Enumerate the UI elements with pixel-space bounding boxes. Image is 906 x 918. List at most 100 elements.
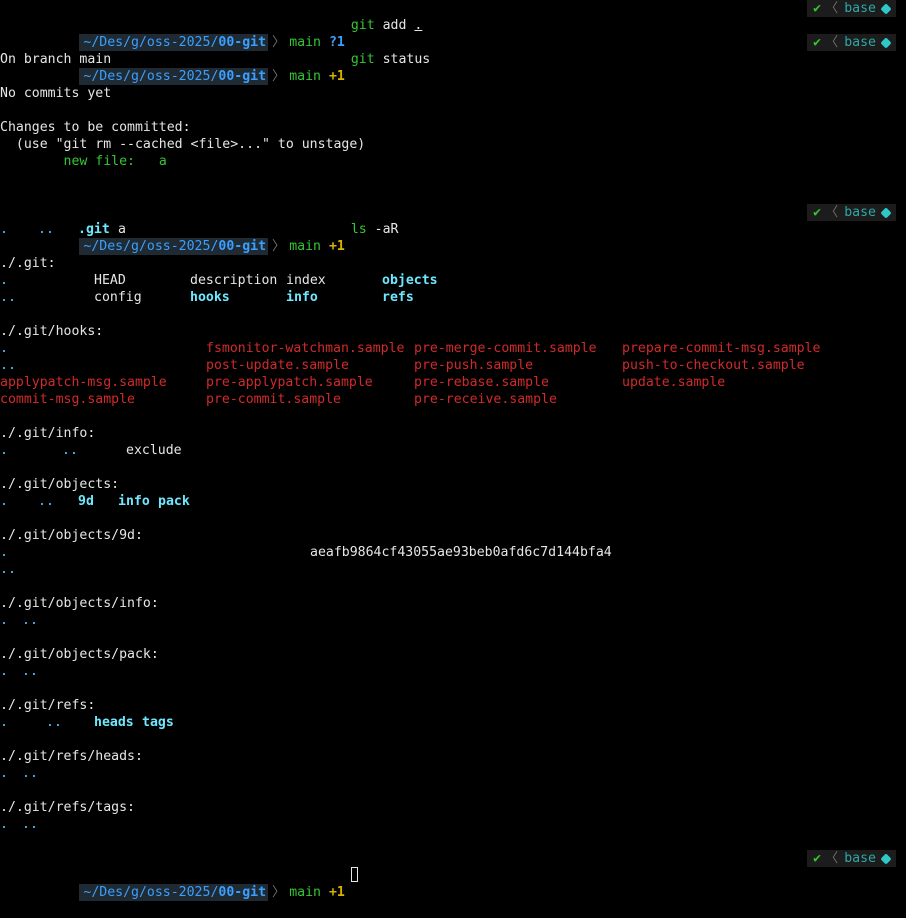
ls-row: . .. heads tags — [0, 714, 906, 731]
ls-entry: update.sample — [622, 375, 726, 390]
ls-row: . .. — [0, 765, 906, 782]
env-name: base — [844, 1, 876, 16]
ls-entry: heads — [94, 715, 134, 730]
ls-entry: .. — [38, 494, 54, 509]
ls-entry: applypatch-msg.sample — [0, 375, 167, 390]
chevron-left-icon: 〈 — [825, 1, 839, 16]
branch-name: main — [289, 239, 321, 254]
ls-entry: pre-push.sample — [414, 358, 534, 373]
command-arg: add — [382, 18, 407, 33]
ls-entry: HEAD — [94, 273, 126, 288]
ls-entry: . — [0, 766, 8, 781]
chevron-left-icon: 〈 — [825, 35, 839, 50]
ls-row: .. config hooks info refs — [0, 289, 906, 306]
conda-icon — [880, 852, 892, 865]
prompt: ~/Des/g/oss-2025/00-git 〉 main ?1 — [32, 17, 345, 51]
output-line: (use "git rm --cached <file>..." to unst… — [0, 137, 366, 152]
ls-entry: commit-msg.sample — [0, 392, 135, 407]
output-line: Changes to be committed: — [0, 120, 191, 135]
ls-header: ./.git/objects: — [0, 477, 120, 492]
ls-header: ./.git/objects/9d: — [0, 528, 143, 543]
ls-row: . .. 9d info pack — [0, 493, 906, 510]
path-dir: 00-git — [218, 69, 267, 84]
new-file-label: new file: — [63, 154, 135, 169]
ls-entry: . — [0, 273, 8, 288]
conda-icon — [880, 206, 892, 219]
terminal-window[interactable]: ~/Des/g/oss-2025/00-git 〉 main ?1 git add … — [0, 0, 906, 901]
check-icon: ✔ — [813, 205, 822, 220]
ls-entry: aeafb9864cf43055ae93beb0afd6c7d144bfa4 — [310, 545, 612, 560]
ls-row: . .. — [0, 816, 906, 833]
ls-row: commit-msg.sample pre-commit.sample pre-… — [0, 391, 906, 408]
right-prompt: ✔ 〈 base — [807, 0, 896, 17]
ls-entry: fsmonitor-watchman.sample — [206, 341, 405, 356]
ls-entry: .. — [22, 817, 38, 832]
chevron-right-icon: 〉 — [272, 69, 286, 84]
ls-header: ./.git/info: — [0, 426, 96, 441]
chevron-right-icon: 〉 — [272, 885, 286, 900]
ls-header: ./.git/refs/tags: — [0, 800, 135, 815]
env-name: base — [844, 205, 876, 220]
ls-entry: . — [0, 817, 8, 832]
output-line: new file: a — [0, 153, 906, 170]
ls-entry: post-update.sample — [206, 358, 349, 373]
git-branch: main +1 — [289, 68, 345, 85]
ls-entry: . — [0, 545, 8, 560]
prompt-path: ~/Des/g/oss-2025/00-git — [79, 884, 269, 901]
ls-entry: .. — [22, 664, 38, 679]
ls-entry: description — [190, 273, 278, 288]
ls-row: . .. — [0, 663, 906, 680]
ls-header: ./.git/objects/info: — [0, 596, 159, 611]
branch-name: main — [289, 69, 321, 84]
command-arg: . — [414, 18, 423, 33]
ls-entry: info — [286, 290, 318, 305]
ls-header: ./.git/refs: — [0, 698, 96, 713]
ls-header: ./.git/objects/pack: — [0, 647, 159, 662]
ls-entry: . — [0, 443, 8, 458]
env-name: base — [844, 851, 876, 866]
git-branch: main +1 — [289, 884, 345, 901]
ls-entry: pre-merge-commit.sample — [414, 341, 597, 356]
check-icon: ✔ — [813, 35, 822, 50]
env-name: base — [844, 35, 876, 50]
ls-entry: index — [286, 273, 326, 288]
path-prefix: ~/Des/g/oss-2025/ — [83, 69, 219, 84]
ls-entry: config — [94, 290, 142, 305]
path-prefix: ~/Des/g/oss-2025/ — [83, 239, 219, 254]
ls-entry: . — [0, 613, 8, 628]
ls-entry: .. — [38, 222, 54, 237]
new-file-name: a — [158, 154, 167, 169]
command-text: git add . — [351, 17, 423, 34]
chevron-left-icon: 〈 — [825, 851, 839, 866]
ls-entry: prepare-commit-msg.sample — [622, 341, 821, 356]
check-icon: ✔ — [813, 851, 822, 866]
ls-entry: . — [0, 222, 8, 237]
right-prompt: ✔ 〈 base — [807, 204, 896, 221]
git-state-badge: +1 — [328, 239, 345, 254]
ls-row: . .. .git a — [0, 221, 906, 238]
check-icon: ✔ — [813, 1, 822, 16]
ls-entry: pre-receive.sample — [414, 392, 557, 407]
prompt-line: ~/Des/g/oss-2025/00-git 〉 main +1 git stat… — [0, 34, 906, 85]
ls-entry: pack — [158, 494, 190, 509]
ls-entry: pre-commit.sample — [206, 392, 341, 407]
git-state-badge: +1 — [328, 69, 345, 84]
prompt-line[interactable]: ~/Des/g/oss-2025/00-git 〉 main +1 ✔ 〈 base — [0, 850, 906, 901]
branch-name: main — [289, 885, 321, 900]
ls-entry: push-to-checkout.sample — [622, 358, 805, 373]
ls-row: .. — [0, 561, 906, 578]
command-verb: git — [350, 18, 375, 33]
ls-header: ./.git/refs/heads: — [0, 749, 143, 764]
output-line: On branch main — [0, 52, 112, 67]
output-line: No commits yet — [0, 86, 112, 101]
path-dir: 00-git — [218, 885, 267, 900]
terminal-cursor[interactable] — [350, 867, 358, 882]
